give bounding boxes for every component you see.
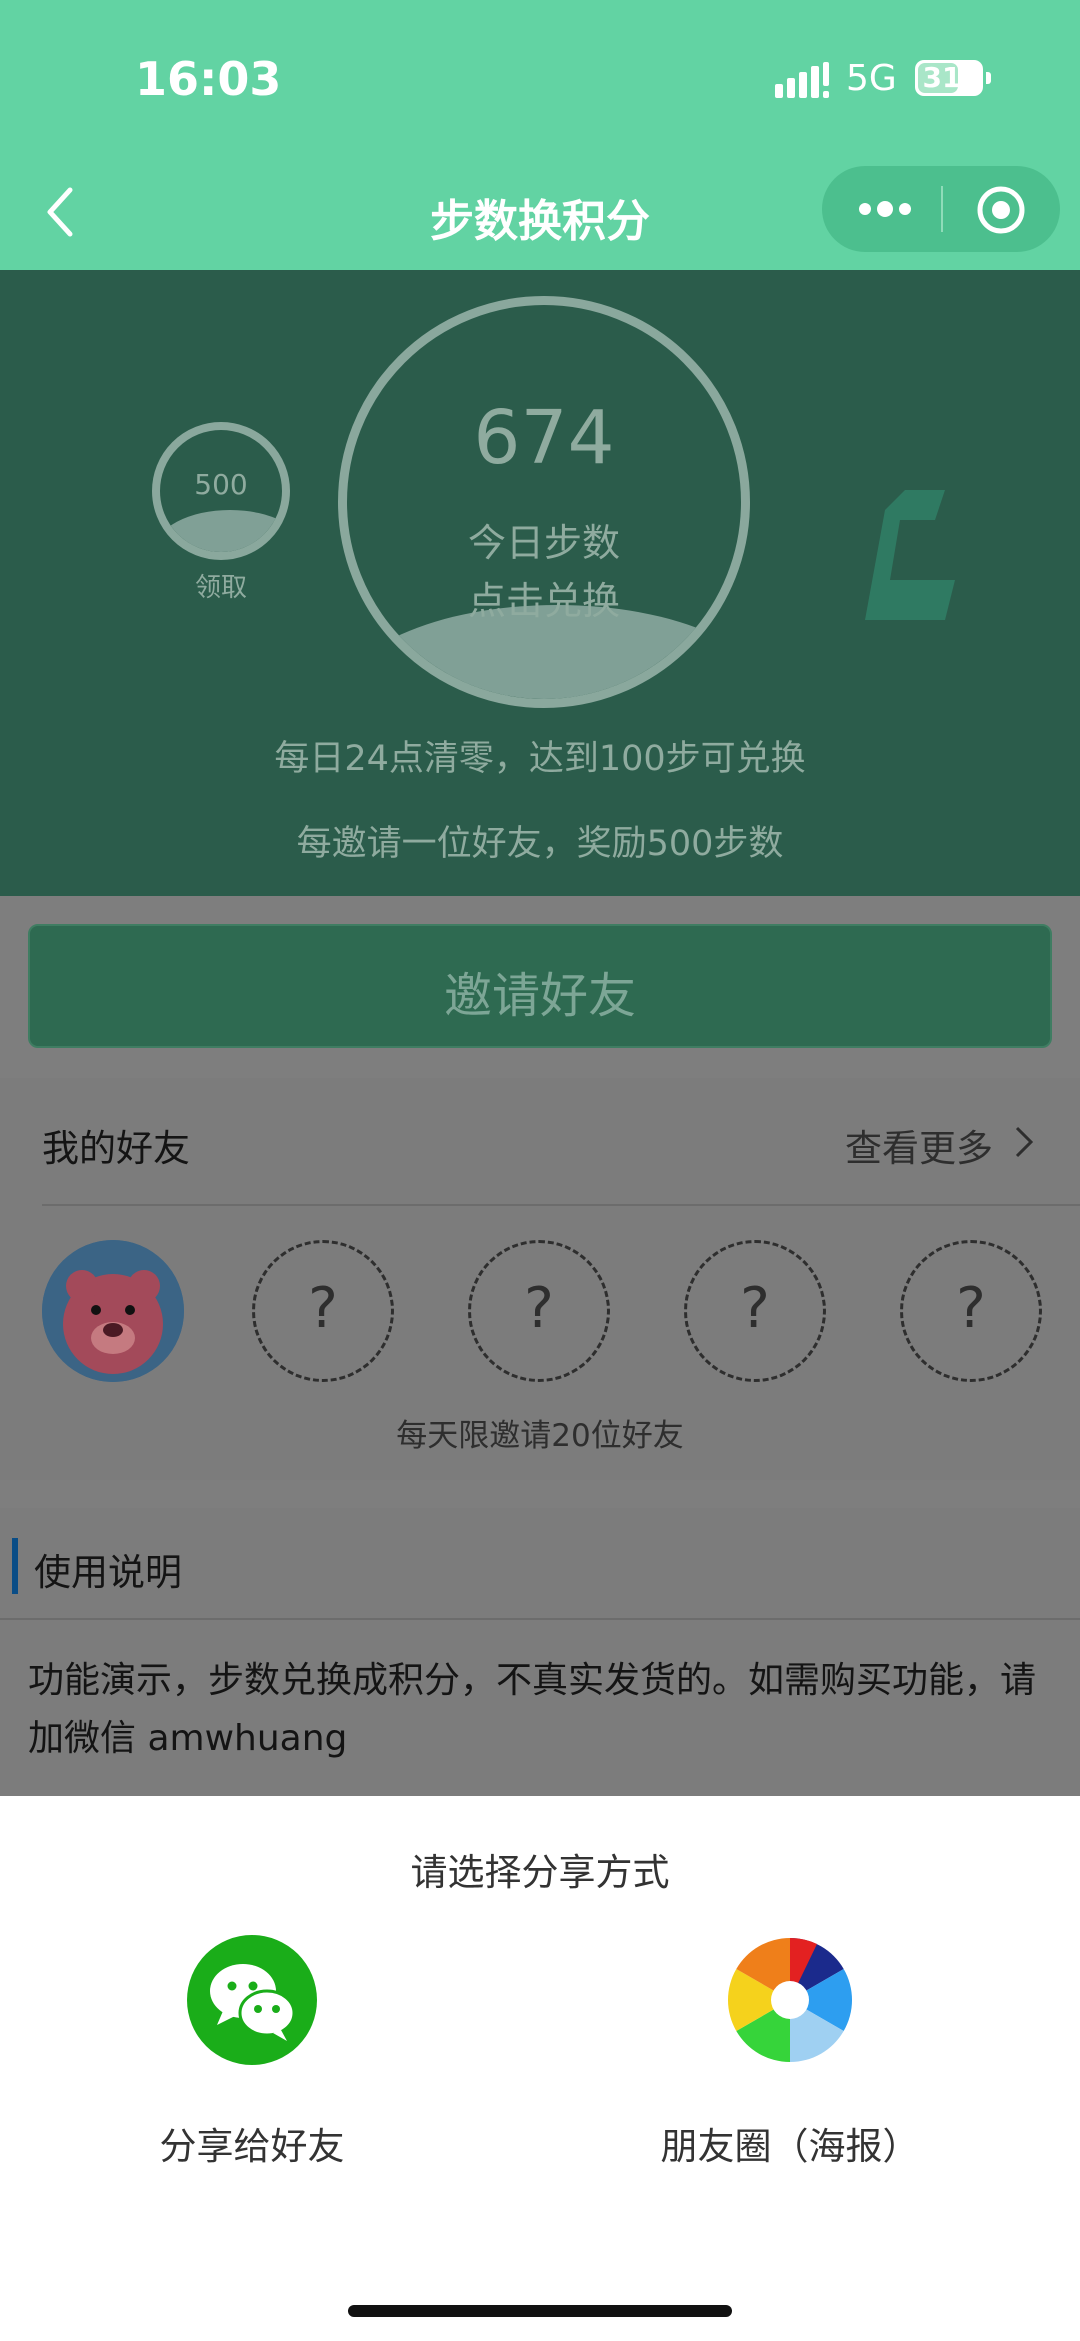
slot-question-mark: ? bbox=[956, 1276, 986, 1341]
share-to-moments-label[interactable]: 朋友圈（海报） bbox=[600, 2116, 980, 2170]
claim-label[interactable]: 领取 bbox=[152, 567, 290, 604]
wechat-icon[interactable] bbox=[187, 1935, 317, 2065]
avatar-image bbox=[42, 1240, 184, 1382]
exchange-label[interactable]: 点击兑换 bbox=[338, 570, 750, 625]
steps-count: 674 bbox=[473, 395, 615, 481]
share-sheet-title: 请选择分享方式 bbox=[410, 1851, 670, 1894]
network-type: 5G bbox=[846, 58, 897, 99]
view-more-link[interactable]: 查看更多 bbox=[845, 1118, 993, 1172]
home-indicator bbox=[348, 2305, 732, 2317]
slot-question-mark: ? bbox=[308, 1276, 338, 1341]
section-accent-bar bbox=[12, 1538, 18, 1594]
usage-divider bbox=[0, 1618, 1080, 1620]
friends-title: 我的好友 bbox=[42, 1127, 190, 1170]
share-to-friend-label[interactable]: 分享给好友 bbox=[100, 2116, 404, 2170]
bonus-value: 500 bbox=[194, 468, 248, 501]
friend-avatar[interactable] bbox=[42, 1240, 184, 1382]
battery-icon: 31 bbox=[915, 60, 991, 96]
moments-icon[interactable] bbox=[725, 1935, 855, 2065]
decoration-shape bbox=[865, 490, 955, 620]
capsule-divider bbox=[941, 186, 943, 232]
invite-friends-label: 邀请好友 bbox=[443, 968, 636, 1024]
friends-divider bbox=[42, 1204, 1080, 1206]
close-target-icon[interactable] bbox=[976, 185, 1026, 235]
signal-icon bbox=[775, 62, 829, 98]
invite-limit-text: 每天限邀请20位好友 bbox=[396, 1418, 684, 1454]
reset-rule-text: 每日24点清零，达到100步可兑换 bbox=[274, 739, 806, 779]
more-icon[interactable] bbox=[855, 196, 915, 222]
usage-title: 使用说明 bbox=[34, 1551, 182, 1594]
invite-reward-text: 每邀请一位好友，奖励500步数 bbox=[296, 824, 784, 864]
slot-question-mark: ? bbox=[740, 1276, 770, 1341]
slot-question-mark: ? bbox=[524, 1276, 554, 1341]
battery-level: 31 bbox=[922, 61, 962, 94]
status-time: 16:03 bbox=[135, 52, 282, 106]
chevron-right-icon[interactable] bbox=[1012, 1122, 1036, 1162]
usage-description: 功能演示，步数兑换成积分，不真实发货的。如需购买功能，请加微信 amwhuang bbox=[28, 1660, 1037, 1759]
steps-label: 今日步数 bbox=[467, 521, 620, 565]
steps-ring[interactable] bbox=[338, 296, 750, 708]
